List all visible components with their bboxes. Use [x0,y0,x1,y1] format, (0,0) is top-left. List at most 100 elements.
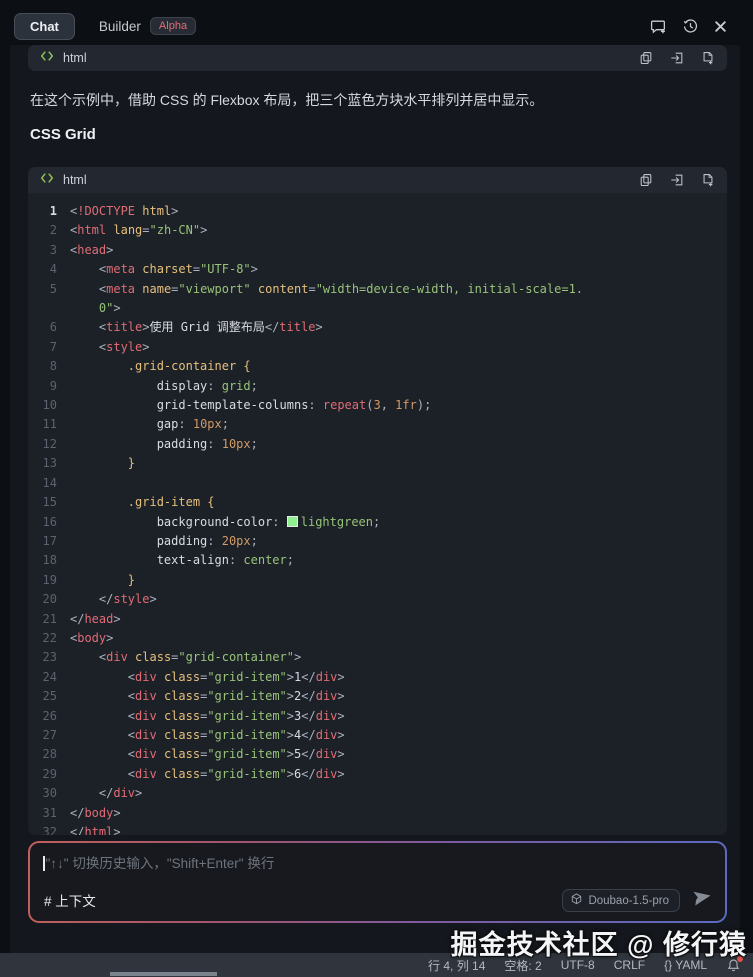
line-number: 1 [28,202,70,221]
horizontal-scrollbar-thumb[interactable] [110,972,217,976]
code-language-label: html [63,51,87,65]
send-icon[interactable] [693,889,712,911]
color-swatch-lightgreen[interactable] [287,516,298,527]
code-line-text [70,474,727,493]
history-icon[interactable] [682,18,699,35]
code-line: 2<html lang="zh-CN"> [28,221,727,240]
line-number: 27 [28,726,70,745]
code-line: 22<body> [28,629,727,648]
composer: "↑↓" 切换历史输入，"Shift+Enter" 换行 # 上下文 Douba… [30,843,725,921]
code-line-text: <head> [70,241,727,260]
context-button[interactable]: # 上下文 [44,890,96,910]
line-number: 30 [28,784,70,803]
code-line-text: text-align: center; [70,551,727,570]
line-number: 17 [28,532,70,551]
line-number: 8 [28,357,70,376]
line-number: 13 [28,454,70,473]
line-number: 19 [28,571,70,590]
code-line-text: <div class="grid-item">2</div> [70,687,727,706]
code-line-text: padding: 10px; [70,435,727,454]
line-number: 21 [28,610,70,629]
code-line: 1<!DOCTYPE html> [28,202,727,221]
line-number: 31 [28,804,70,823]
line-number: 7 [28,338,70,357]
line-number: 4 [28,260,70,279]
code-brackets-icon [40,49,54,67]
copy-icon[interactable] [639,51,653,65]
code-line-text: gap: 10px; [70,415,727,434]
code-line-text: <body> [70,629,727,648]
code-line-text: </div> [70,784,727,803]
code-line-text: } [70,571,727,590]
line-number: 28 [28,745,70,764]
code-line-text: </head> [70,610,727,629]
text-caret [43,856,45,871]
code-line: 20 </style> [28,590,727,609]
code-line: 32</html> [28,823,727,835]
copy-icon[interactable] [639,173,653,187]
code-line: 3<head> [28,241,727,260]
line-number: 6 [28,318,70,337]
code-block-actions [639,173,715,187]
model-name: Doubao-1.5-pro [588,895,669,907]
line-number: 5 [28,280,70,299]
code-line-text: display: grid; [70,377,727,396]
close-icon[interactable] [714,20,727,33]
titlebar-actions [650,18,741,35]
insert-into-editor-icon[interactable] [670,173,684,187]
line-number: 23 [28,648,70,667]
line-number: 32 [28,823,70,835]
line-number: 12 [28,435,70,454]
cube-icon [571,893,582,908]
code-brackets-icon [40,171,54,189]
code-block-header-top: html [28,45,727,71]
line-number: 14 [28,474,70,493]
line-number: 9 [28,377,70,396]
line-number: 18 [28,551,70,570]
code-line-text: .grid-item { [70,493,727,512]
code-line-text: <html lang="zh-CN"> [70,221,727,240]
chat-input[interactable]: "↑↓" 切换历史输入，"Shift+Enter" 换行 [43,852,712,872]
code-line-text: <div class="grid-item">1</div> [70,668,727,687]
code-line-text: <div class="grid-item">3</div> [70,707,727,726]
code-line: 5 <meta name="viewport" content="width=d… [28,280,727,299]
line-number: 29 [28,765,70,784]
code-line: 14 [28,474,727,493]
model-selector[interactable]: Doubao-1.5-pro [562,889,680,912]
code-block: html 1<!DOCTYPE html>2<html lang="zh-CN"… [28,167,727,835]
line-number: 25 [28,687,70,706]
code-line: 18 text-align: center; [28,551,727,570]
insert-into-editor-icon[interactable] [670,51,684,65]
code-line-text: 0"> [70,299,727,318]
composer-border: "↑↓" 切换历史输入，"Shift+Enter" 换行 # 上下文 Douba… [28,841,727,923]
code-line-text: <meta name="viewport" content="width=dev… [70,280,727,299]
line-number: 11 [28,415,70,434]
code-line: 28 <div class="grid-item">5</div> [28,745,727,764]
tab-chat[interactable]: Chat [14,13,75,40]
code-line: 8 .grid-container { [28,357,727,376]
code-language-label: html [63,173,87,187]
new-file-icon[interactable] [701,173,715,187]
code-line: 11 gap: 10px; [28,415,727,434]
new-chat-icon[interactable] [650,18,667,35]
code-line-text: <div class="grid-item">4</div> [70,726,727,745]
new-file-icon[interactable] [701,51,715,65]
code-line-text: .grid-container { [70,357,727,376]
alpha-badge: Alpha [150,17,196,35]
code-line: 15 .grid-item { [28,493,727,512]
section-heading: CSS Grid [30,126,96,143]
input-placeholder: "↑↓" 切换历史输入，"Shift+Enter" 换行 [46,856,275,871]
tab-builder[interactable]: Builder [99,19,141,34]
code-line-text: <div class="grid-container"> [70,648,727,667]
line-number: 22 [28,629,70,648]
code-line: 24 <div class="grid-item">1</div> [28,668,727,687]
code-line-text: <style> [70,338,727,357]
line-number [28,299,70,318]
code-line: 6 <title>使用 Grid 调整布局</title> [28,318,727,337]
line-number: 10 [28,396,70,415]
code-line-text: </style> [70,590,727,609]
code-line: 29 <div class="grid-item">6</div> [28,765,727,784]
line-number: 16 [28,513,70,532]
code-block-actions [639,51,715,65]
code-line-text: </html> [70,823,727,835]
